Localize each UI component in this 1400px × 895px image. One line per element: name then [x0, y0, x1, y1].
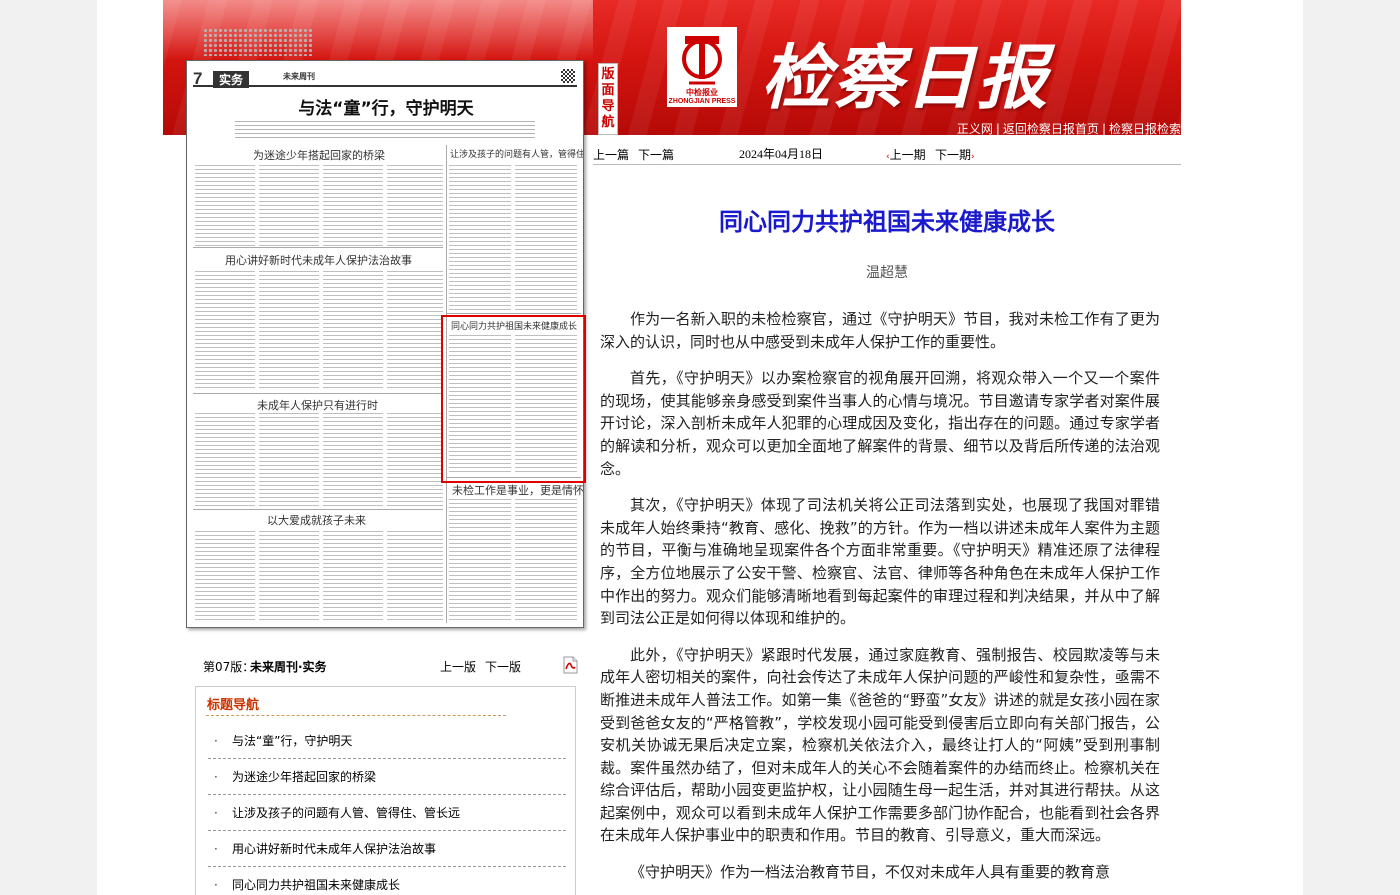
qr-code-icon [561, 69, 575, 83]
headline-item[interactable]: · 与法“童”行，守护明天 [208, 723, 566, 759]
thumb-section: 实务 [213, 71, 250, 88]
thumb-text-column [259, 271, 319, 391]
thumb-article-link[interactable]: 以大爱成就孩子未来 [267, 512, 366, 528]
article-paragraph: 作为一名新入职的未检检察官，通过《守护明天》节目，我对未检工作有了更为深入的认识… [600, 310, 1160, 351]
next-issue-link[interactable]: 下一期› [935, 146, 975, 163]
headline-item[interactable]: · 同心同力共护祖国未来健康成长 [208, 867, 566, 895]
version-nav-char: 导 [601, 99, 615, 114]
thumb-text-column [387, 413, 443, 507]
thumb-text-column [195, 531, 255, 623]
thumb-text-column [323, 271, 383, 391]
page-margin-left [0, 0, 97, 895]
thumb-text-column [259, 165, 319, 247]
prev-issue-link[interactable]: ‹上一期 [886, 146, 926, 163]
thumb-divider [193, 247, 443, 248]
thumb-divider [193, 509, 443, 510]
thumb-lead-text [235, 121, 535, 139]
thumb-text-column [323, 413, 383, 507]
link-search[interactable]: 检察日报检索 [1109, 122, 1181, 135]
article-paragraph: 首先，《守护明天》以办案检察官的视角展开回溯，将观众带入一个又一个案件的现场，使… [600, 369, 1160, 478]
article-paragraph: 其次，《守护明天》体现了司法机关将公正司法落到实处，也展现了我国对罪错未成年人始… [600, 496, 1160, 628]
headline-item[interactable]: · 为迷途少年搭起回家的桥梁 [208, 759, 566, 795]
prev-article-link[interactable]: 上一篇 [593, 146, 629, 163]
thumb-text-column [195, 271, 255, 391]
thumb-text-column [449, 165, 511, 310]
headline-link[interactable]: 让涉及孩子的问题有人管、管得住、管长远 [232, 804, 460, 821]
version-nav-char: 航 [601, 115, 615, 130]
version-nav-char: 版 [601, 67, 615, 82]
page-nav: 第07版： 未来周刊·实务 上一版 下一版 [203, 656, 581, 676]
version-nav-char: 面 [601, 83, 615, 98]
page-name: 未来周刊·实务 [250, 660, 327, 674]
headline-link[interactable]: 与法“童”行，守护明天 [232, 732, 352, 749]
thumb-text-column [259, 531, 319, 623]
headline-nav-divider [206, 715, 506, 716]
link-separator: | [1101, 122, 1106, 135]
next-article-link[interactable]: 下一篇 [638, 146, 674, 163]
press-logo[interactable]: 中检报业 ZHONGJIAN PRESS [667, 27, 737, 107]
thumb-text-column [323, 165, 383, 247]
bullet: · [214, 733, 218, 748]
thumb-text-column [195, 165, 255, 247]
logo-text-cn: 中检报业 [686, 88, 718, 97]
thumb-divider [193, 393, 443, 394]
headline-link[interactable]: 为迷途少年搭起回家的桥梁 [232, 768, 376, 785]
banner-dot-pattern [203, 28, 313, 56]
issue-date: 2024年04月18日 [739, 147, 824, 161]
version-nav-button[interactable]: 版 面 导 航 [598, 63, 618, 135]
article-paragraph: 《守护明天》作为一档法治教育节目，不仅对未成年人具有重要的教育意 [630, 863, 1111, 882]
headline-nav-panel: 标题导航 · 与法“童”行，守护明天 · 为迷途少年搭起回家的桥梁 · 让涉及孩子的问… [195, 686, 576, 895]
page-margin-right [1303, 0, 1400, 895]
press-logo-icon [682, 36, 722, 85]
thumb-article-link[interactable]: 未检工作是事业，更是情怀 [452, 482, 583, 498]
thumb-text-column [259, 413, 319, 507]
thumb-header: 7 实务 未来周刊 [193, 69, 577, 88]
thumb-text-column [387, 271, 443, 391]
bullet: · [214, 841, 218, 856]
thumb-text-column [387, 531, 443, 623]
article-title: 同心同力共护祖国未来健康成长 [719, 208, 1055, 236]
thumb-text-column [449, 499, 511, 623]
thumb-page-number: 7 [193, 69, 203, 88]
bullet: · [214, 877, 218, 892]
next-issue-label: 下一期 [935, 148, 972, 162]
arrow-right-icon: › [971, 152, 975, 162]
thumb-divider [447, 313, 581, 314]
thumb-text-column [323, 531, 383, 623]
article-nav-bar: 上一篇 下一篇 2024年04月18日 ‹上一期 下一期› [593, 141, 1181, 165]
thumb-article-link[interactable]: 让涉及孩子的问题有人管，管得住，管长远 [450, 147, 583, 160]
headline-nav-title: 标题导航 [207, 698, 260, 713]
newspaper-masthead: 检察日报 [761, 36, 1049, 119]
page-label: 第07版： [203, 660, 255, 674]
prev-page-link[interactable]: 上一版 [440, 658, 476, 675]
logo-text-en: ZHONGJIAN PRESS [668, 98, 736, 105]
pdf-icon[interactable] [562, 656, 579, 674]
article-paragraph: 此外，《守护明天》紧跟时代发展，通过家庭教育、强制报告、校园欺凌等与未成年人密切… [600, 645, 1160, 845]
prev-issue-label: 上一期 [889, 148, 926, 162]
article-body: 作为一名新入职的未检检察官，通过《守护明天》节目，我对未检工作有了更为深入的认识… [600, 308, 1160, 895]
article-author: 温超慧 [866, 265, 908, 281]
bullet: · [214, 769, 218, 784]
thumb-text-column [515, 499, 577, 623]
link-home[interactable]: 返回检察日报首页 [1003, 122, 1099, 135]
link-separator: | [995, 122, 1000, 135]
header-links: 正义网 | 返回检察日报首页 | 检察日报检索 [957, 120, 1181, 135]
thumb-column: 未来周刊 [283, 72, 315, 81]
headline-item[interactable]: · 用心讲好新时代未成年人保护法治故事 [208, 831, 566, 867]
thumb-text-column [195, 413, 255, 507]
headline-link[interactable]: 用心讲好新时代未成年人保护法治故事 [232, 840, 436, 857]
bullet: · [214, 805, 218, 820]
next-page-link[interactable]: 下一版 [485, 658, 521, 675]
headline-link[interactable]: 同心同力共护祖国未来健康成长 [232, 876, 400, 893]
thumb-article-link[interactable]: 用心讲好新时代未成年人保护法治故事 [225, 252, 412, 268]
headline-item[interactable]: · 让涉及孩子的问题有人管、管得住、管长远 [208, 795, 566, 831]
thumb-text-column [515, 165, 577, 310]
current-article-highlight[interactable] [441, 315, 586, 483]
thumb-text-column [387, 165, 443, 247]
link-zhengyi[interactable]: 正义网 [957, 122, 993, 135]
headline-list: · 与法“童”行，守护明天 · 为迷途少年搭起回家的桥梁 · 让涉及孩子的问题有人管、… [208, 723, 566, 895]
thumb-article-link[interactable]: 未成年人保护只有进行时 [257, 397, 378, 413]
thumb-article-link[interactable]: 为迷途少年搭起回家的桥梁 [253, 147, 385, 163]
thumb-title: 与法“童”行，守护明天 [298, 99, 474, 119]
